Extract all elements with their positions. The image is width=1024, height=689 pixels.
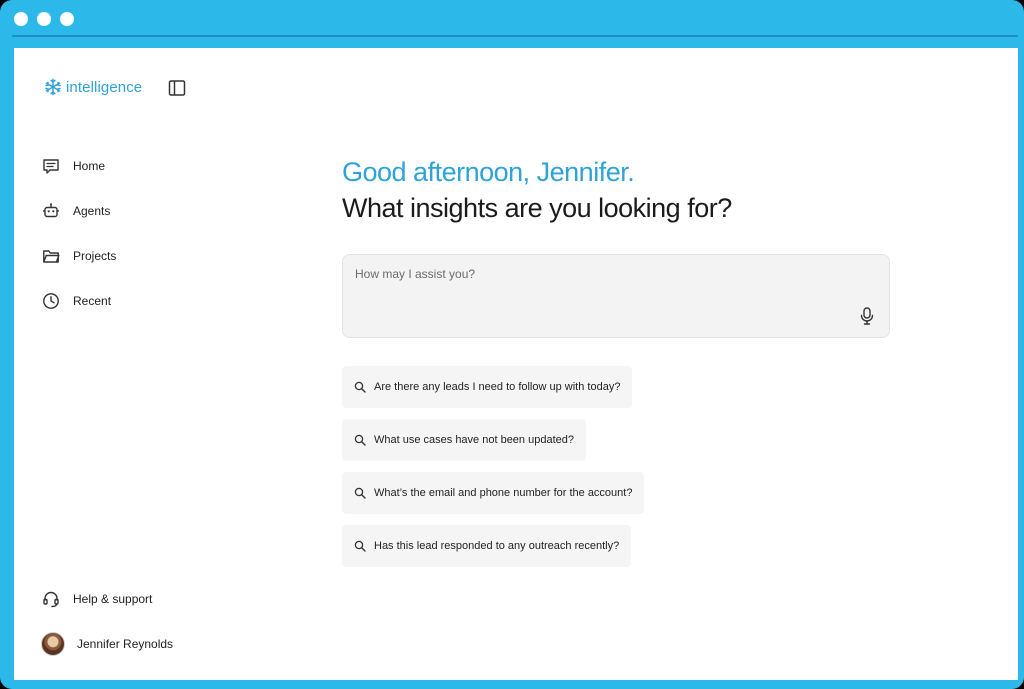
suggestion-text: Are there any leads I need to follow up … — [374, 381, 621, 393]
user-name: Jennifer Reynolds — [77, 636, 174, 651]
suggestion-list: Are there any leads I need to follow up … — [342, 366, 645, 578]
home-icon — [43, 158, 59, 174]
window-minimize-dot[interactable] — [37, 12, 51, 26]
page-title: What insights are you looking for? — [342, 193, 732, 223]
sidebar-item-label: Recent — [73, 293, 112, 308]
suggestion-chip[interactable]: Are there any leads I need to follow up … — [342, 366, 633, 408]
search-icon — [354, 434, 366, 446]
search-icon — [354, 381, 366, 393]
search-icon — [354, 540, 366, 552]
window-maximize-dot[interactable] — [60, 12, 74, 26]
sidebar-item-label: Projects — [73, 248, 117, 263]
window-close-dot[interactable] — [14, 12, 28, 26]
window-controls — [14, 12, 74, 26]
help-support-label: Help & support — [73, 591, 153, 606]
sidebar-item-recent[interactable]: Recent — [42, 278, 116, 323]
suggestion-text: Has this lead responded to any outreach … — [374, 540, 620, 552]
sidebar-panel-icon[interactable] — [168, 79, 186, 97]
sidebar-item-label: Home — [73, 158, 106, 173]
robot-icon — [43, 202, 59, 217]
prompt-container — [342, 254, 890, 338]
suggestion-chip[interactable]: What use cases have not been updated? — [342, 419, 586, 461]
greeting-heading: Good afternoon, Jennifer. — [342, 157, 635, 187]
suggestion-text: What’s the email and phone number for th… — [374, 487, 633, 499]
prompt-input[interactable] — [355, 267, 835, 281]
sidebar-item-label: Agents — [73, 203, 111, 218]
suggestion-chip[interactable]: What’s the email and phone number for th… — [342, 472, 645, 514]
toolbar-divider — [12, 35, 1018, 37]
sidebar-item-projects[interactable]: Projects — [42, 233, 116, 278]
avatar — [41, 631, 65, 656]
brand-name: intelligence — [66, 78, 143, 96]
suggestion-text: What use cases have not been updated? — [374, 434, 574, 446]
suggestion-chip[interactable]: Has this lead responded to any outreach … — [342, 525, 632, 567]
folder-icon — [43, 249, 60, 263]
headset-icon — [43, 591, 59, 607]
browser-frame: intelligence Home Agents Projects Recent… — [0, 0, 1024, 689]
microphone-icon[interactable] — [859, 307, 875, 325]
help-support-link[interactable]: Help & support — [42, 576, 173, 621]
user-profile[interactable]: Jennifer Reynolds — [41, 621, 174, 666]
brand-logo[interactable]: intelligence — [44, 78, 142, 96]
sidebar-item-home[interactable]: Home — [42, 143, 116, 188]
sidebar-footer: Help & support Jennifer Reynolds — [41, 576, 174, 666]
clock-icon — [43, 292, 59, 309]
app-window: intelligence Home Agents Projects Recent… — [14, 48, 1018, 680]
search-icon — [354, 487, 366, 499]
snowflake-icon — [45, 78, 61, 96]
sidebar-nav: Home Agents Projects Recent — [42, 143, 116, 323]
sidebar-item-agents[interactable]: Agents — [42, 188, 116, 233]
